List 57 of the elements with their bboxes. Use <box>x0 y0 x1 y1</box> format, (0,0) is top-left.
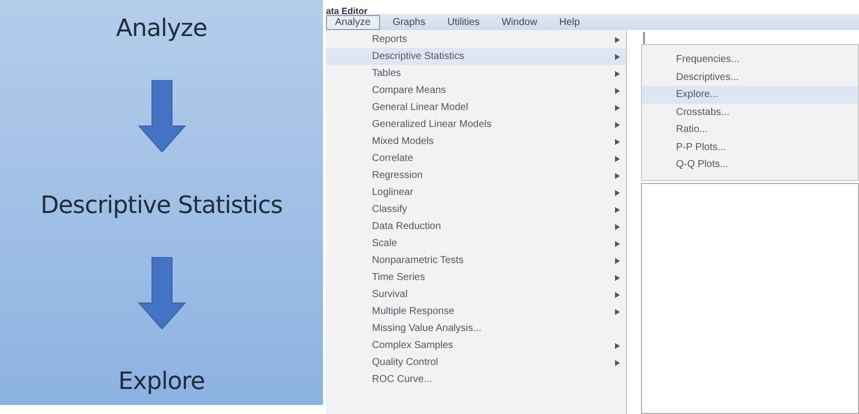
menu-item[interactable]: Frequencies... <box>642 51 858 68</box>
submenu-arrow-icon <box>615 54 620 60</box>
down-arrow-icon <box>136 256 186 329</box>
down-arrow-icon <box>136 80 186 152</box>
menu-item[interactable]: Compare Means <box>326 82 626 99</box>
menu-item[interactable]: Scale <box>326 235 626 252</box>
menu-bar-item[interactable]: Window <box>492 14 546 30</box>
submenu-arrow-icon <box>615 36 620 42</box>
submenu-arrow-icon <box>615 224 620 230</box>
submenu-arrow-icon <box>615 240 620 246</box>
submenu-arrow-icon <box>615 308 620 314</box>
menu-item[interactable]: Complex Samples <box>326 337 626 354</box>
menu-item[interactable]: Descriptives... <box>642 68 858 86</box>
menu-item[interactable]: Multiple Response <box>326 303 626 320</box>
menu-bar-item[interactable]: Help <box>550 14 589 30</box>
menu-item[interactable]: Time Series <box>326 269 626 286</box>
menu-item[interactable]: Reports <box>326 31 626 48</box>
submenu-arrow-icon <box>615 274 620 280</box>
submenu-arrow-icon <box>615 104 620 110</box>
menu-item[interactable]: Q-Q Plots... <box>642 156 858 174</box>
submenu-arrow-icon <box>615 360 620 366</box>
menu-item[interactable]: Ratio... <box>642 121 858 138</box>
step-label: Analyze <box>116 14 208 42</box>
menu-item[interactable]: Quality Control <box>326 354 626 371</box>
submenu-arrow-icon <box>615 206 620 212</box>
submenu-arrow-icon <box>615 292 620 298</box>
menu-item[interactable]: Classify <box>326 201 626 218</box>
menu-item[interactable]: Missing Value Analysis... <box>326 320 626 337</box>
menu-item[interactable]: P-P Plots... <box>642 138 858 156</box>
step-label: Descriptive Statistics <box>40 190 283 218</box>
menu-item[interactable]: Tables <box>326 65 626 82</box>
submenu-arrow-icon <box>615 122 620 128</box>
menu-item[interactable]: Regression <box>326 167 626 184</box>
submenu-arrow-icon <box>615 172 620 178</box>
menu-item[interactable]: Loglinear <box>326 184 626 201</box>
step-label: Explore <box>118 367 205 395</box>
menu-item[interactable]: Mixed Models <box>326 133 626 150</box>
submenu-arrow-icon <box>615 156 620 162</box>
menu-bar-item[interactable]: Utilities <box>438 14 489 30</box>
submenu-arrow-icon <box>615 190 620 196</box>
menu-bar-item[interactable]: Graphs <box>384 14 434 30</box>
submenu-arrow-icon <box>615 88 620 94</box>
menu-bar-item[interactable]: Analyze <box>326 14 380 30</box>
menu-item[interactable]: Generalized Linear Models <box>326 116 626 133</box>
menu-item[interactable]: Descriptive Statistics <box>326 48 626 65</box>
submenu-arrow-icon <box>615 70 620 76</box>
submenu-arrow-icon <box>615 258 620 264</box>
menu-item[interactable]: Explore... <box>642 86 858 104</box>
menu-item[interactable]: General Linear Model <box>326 99 626 116</box>
submenu-arrow-icon <box>615 342 620 348</box>
menu-item[interactable]: Crosstabs... <box>642 104 858 121</box>
menu-item[interactable]: Survival <box>326 286 626 303</box>
menu-item[interactable]: ROC Curve... <box>326 371 626 388</box>
menu-item[interactable]: Correlate <box>326 150 626 167</box>
menu-item[interactable]: Nonparametric Tests <box>326 252 626 269</box>
menu-item[interactable]: Data Reduction <box>326 218 626 235</box>
submenu-arrow-icon <box>615 138 620 144</box>
